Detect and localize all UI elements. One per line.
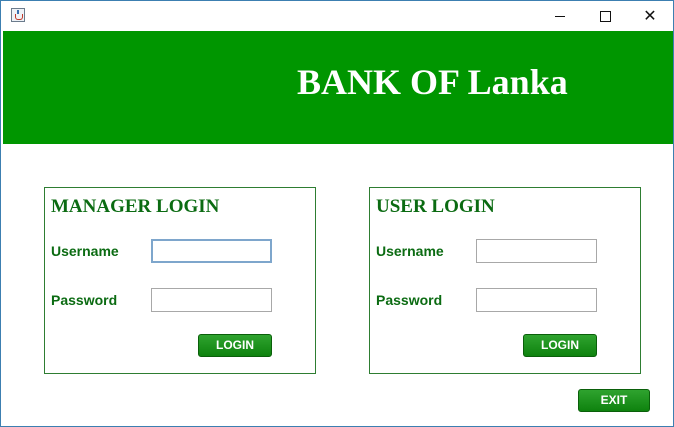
title-bar[interactable]: ✕	[1, 1, 673, 31]
cup-mark	[15, 14, 23, 20]
user-login-panel: USER LOGIN Username Password LOGIN	[369, 187, 641, 374]
user-password-field[interactable]	[476, 288, 597, 312]
user-username-label: Username	[376, 243, 444, 259]
manager-username-label: Username	[51, 243, 119, 259]
user-username-field[interactable]	[476, 239, 597, 263]
manager-password-field[interactable]	[151, 288, 272, 312]
app-window: ✕ BANK OF Lanka MANAGER LOGIN Username P…	[0, 0, 674, 427]
manager-login-panel: MANAGER LOGIN Username Password LOGIN	[44, 187, 316, 374]
manager-login-title: MANAGER LOGIN	[51, 196, 220, 217]
manager-password-label: Password	[51, 292, 118, 308]
maximize-button[interactable]	[582, 1, 628, 31]
minimize-button[interactable]	[537, 1, 583, 31]
bank-title: BANK OF Lanka	[297, 62, 568, 102]
minimize-icon	[555, 15, 565, 17]
manager-login-button[interactable]: LOGIN	[198, 334, 272, 357]
user-password-label: Password	[376, 292, 443, 308]
close-button[interactable]: ✕	[627, 1, 673, 31]
manager-username-field[interactable]	[151, 239, 272, 263]
user-login-button[interactable]: LOGIN	[523, 334, 597, 357]
close-icon: ✕	[643, 6, 657, 25]
maximize-icon	[599, 10, 611, 22]
exit-button[interactable]: EXIT	[578, 389, 650, 412]
java-cup-icon[interactable]	[11, 8, 25, 22]
user-login-title: USER LOGIN	[376, 196, 495, 217]
